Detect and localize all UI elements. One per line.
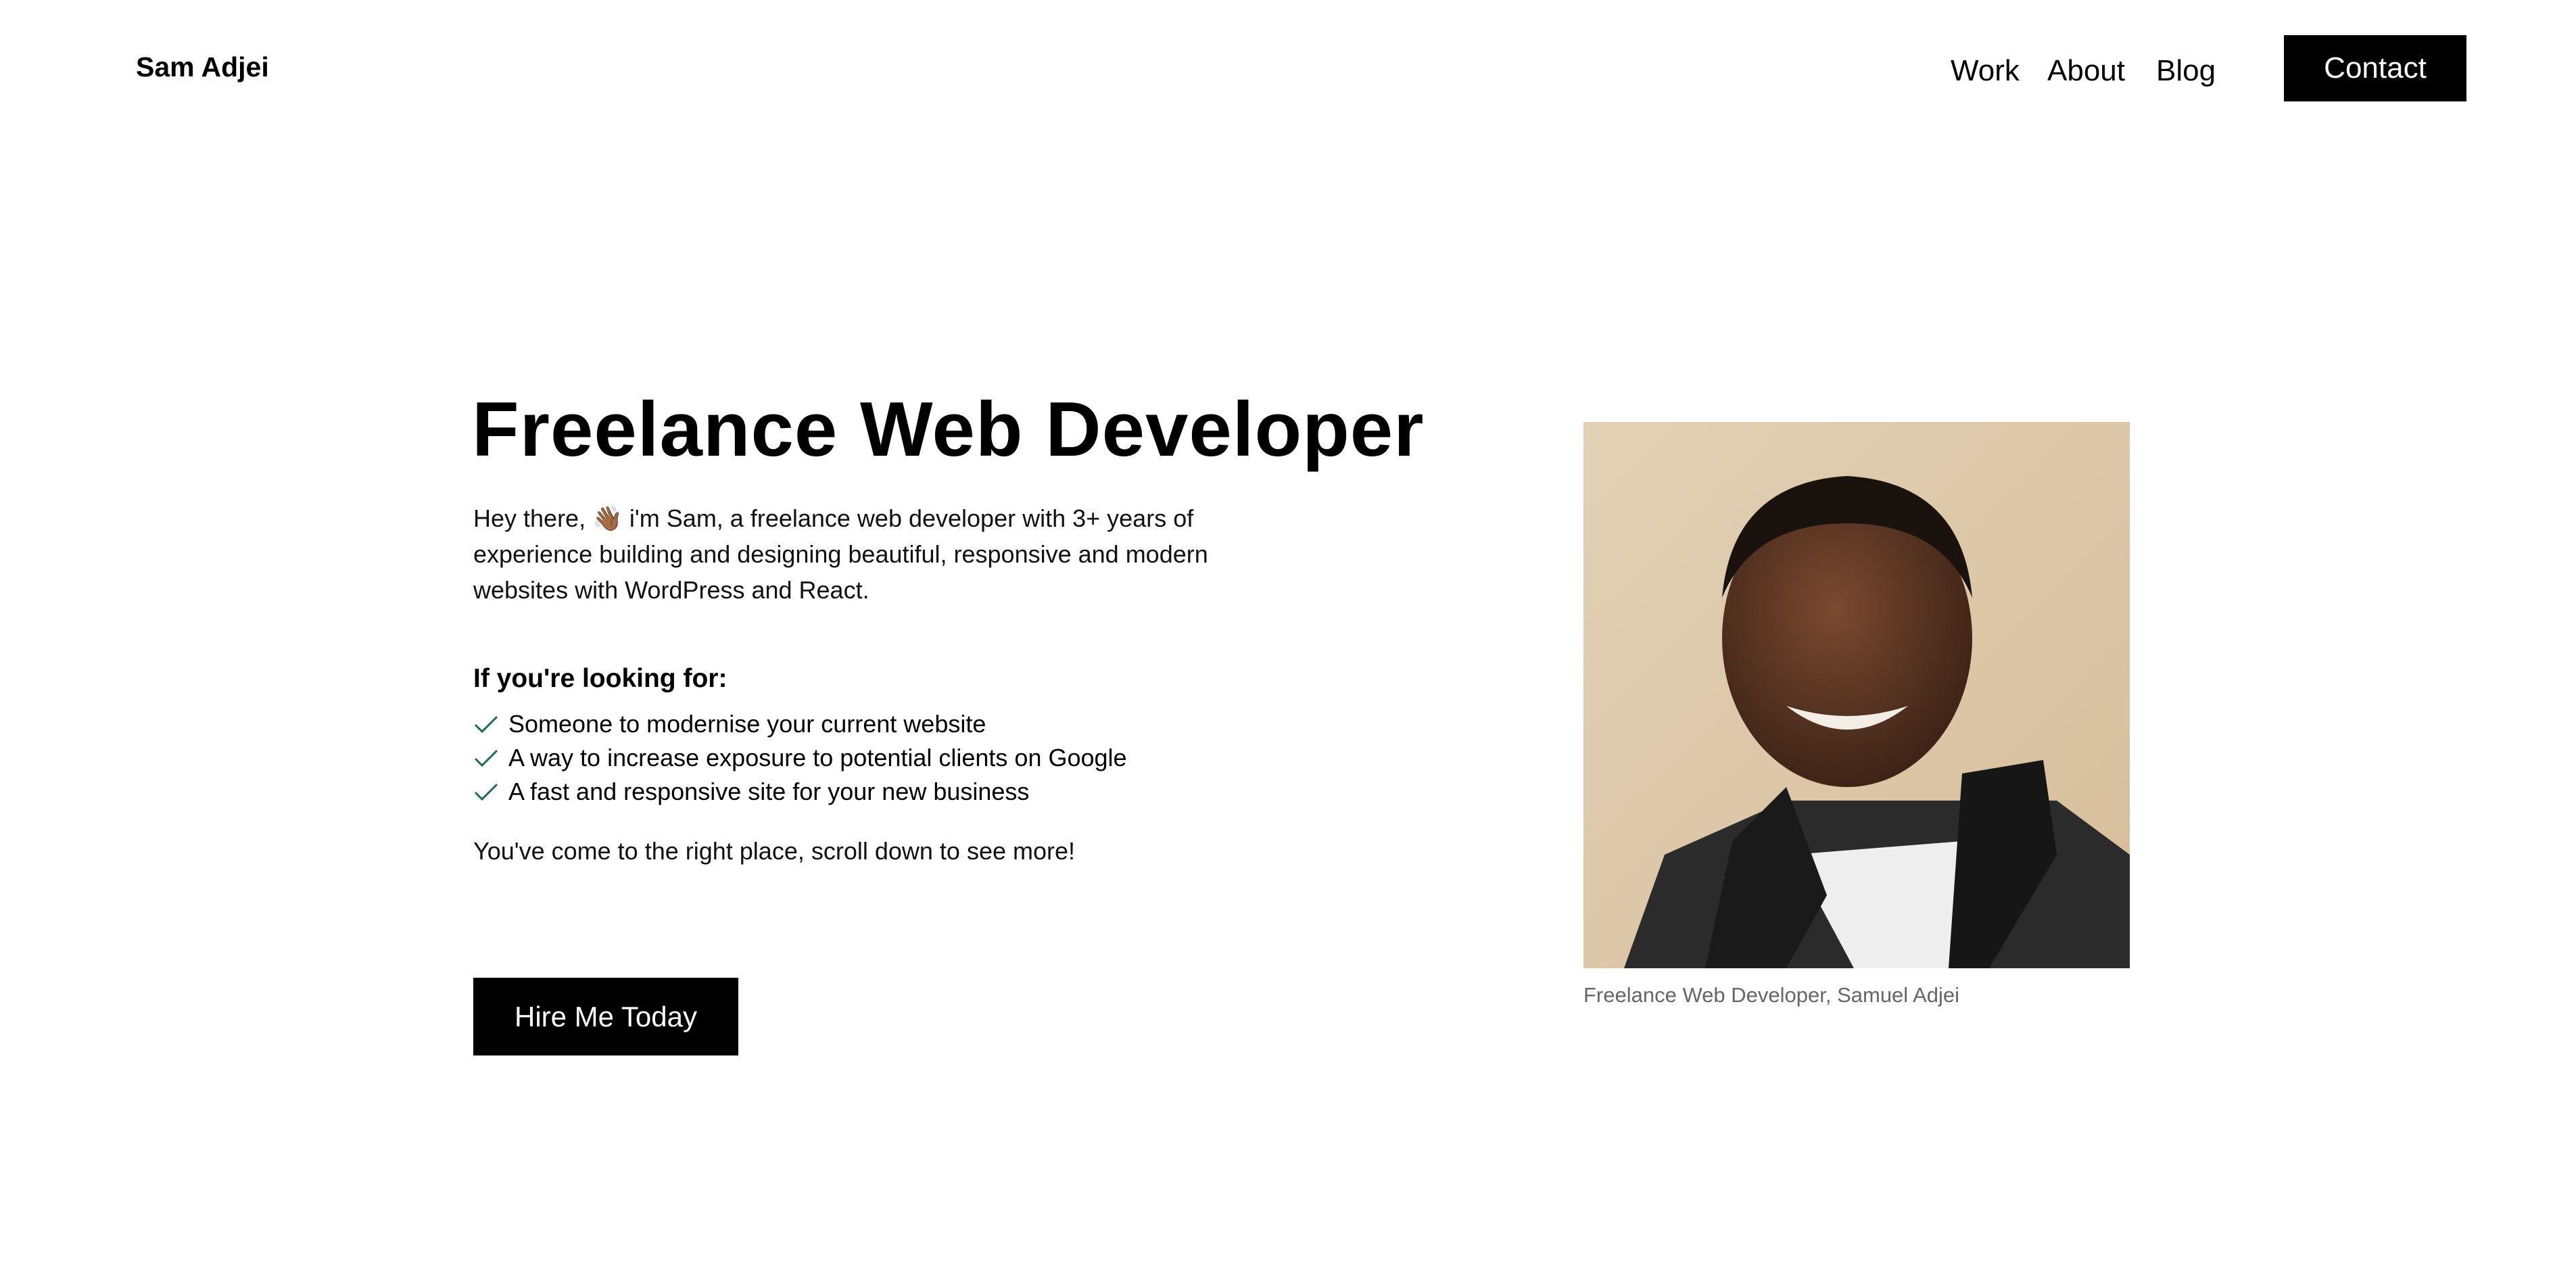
wave-emoji-icon: 👋🏾	[592, 504, 623, 532]
intro-text-start: Hey there,	[473, 504, 593, 532]
profile-photo	[1583, 422, 2130, 968]
list-item: A way to increase exposure to potential …	[473, 741, 1127, 775]
list-item: Someone to modernise your current websit…	[473, 707, 1127, 741]
list-item: A fast and responsive site for your new …	[473, 775, 1127, 809]
nav-about[interactable]: About	[2047, 54, 2125, 88]
check-icon	[474, 715, 498, 734]
hire-me-button[interactable]: Hire Me Today	[473, 978, 738, 1055]
photo-caption: Freelance Web Developer, Samuel Adjei	[1583, 983, 1960, 1007]
list-item-text: A fast and responsive site for your new …	[508, 778, 1030, 805]
check-icon	[474, 783, 498, 801]
intro-paragraph: Hey there, 👋🏾 i'm Sam, a freelance web d…	[473, 500, 1258, 608]
looking-for-list: Someone to modernise your current websit…	[473, 707, 1127, 809]
list-item-text: A way to increase exposure to potential …	[508, 744, 1127, 771]
nav-blog[interactable]: Blog	[2156, 54, 2216, 88]
check-icon	[474, 749, 498, 767]
list-item-text: Someone to modernise your current websit…	[508, 710, 986, 738]
closing-text: You've come to the right place, scroll d…	[473, 837, 1076, 865]
page-title: Freelance Web Developer	[472, 387, 1425, 473]
nav-work[interactable]: Work	[1951, 54, 2020, 88]
looking-for-heading: If you're looking for:	[473, 664, 728, 693]
contact-button[interactable]: Contact	[2284, 35, 2466, 101]
site-logo[interactable]: Sam Adjei	[136, 51, 269, 83]
